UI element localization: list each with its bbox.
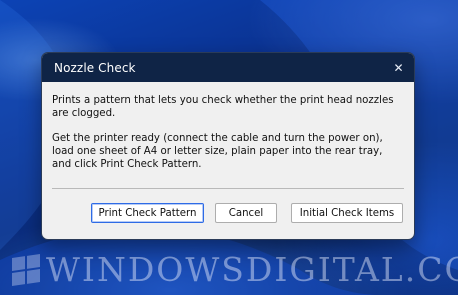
close-button[interactable]: ✕ xyxy=(383,53,414,82)
divider xyxy=(52,188,404,189)
nozzle-check-dialog: Nozzle Check ✕ Prints a pattern that let… xyxy=(41,52,415,240)
cancel-button[interactable]: Cancel xyxy=(215,203,277,223)
windows-logo-icon xyxy=(12,253,40,286)
title-bar: Nozzle Check ✕ xyxy=(42,53,414,82)
button-row: Print Check Pattern Cancel Initial Check… xyxy=(42,203,414,225)
initial-check-items-button[interactable]: Initial Check Items xyxy=(291,203,403,223)
dialog-body: Prints a pattern that lets you check whe… xyxy=(42,82,414,171)
watermark: WindowsDigital.com xyxy=(12,250,458,289)
close-icon: ✕ xyxy=(393,60,404,75)
watermark-text: WindowsDigital.com xyxy=(46,250,458,289)
instructions-text: Get the printer ready (connect the cable… xyxy=(52,133,383,170)
print-check-pattern-button[interactable]: Print Check Pattern xyxy=(91,203,204,223)
description-text: Prints a pattern that lets you check whe… xyxy=(52,95,394,119)
dialog-title: Nozzle Check xyxy=(54,60,136,75)
